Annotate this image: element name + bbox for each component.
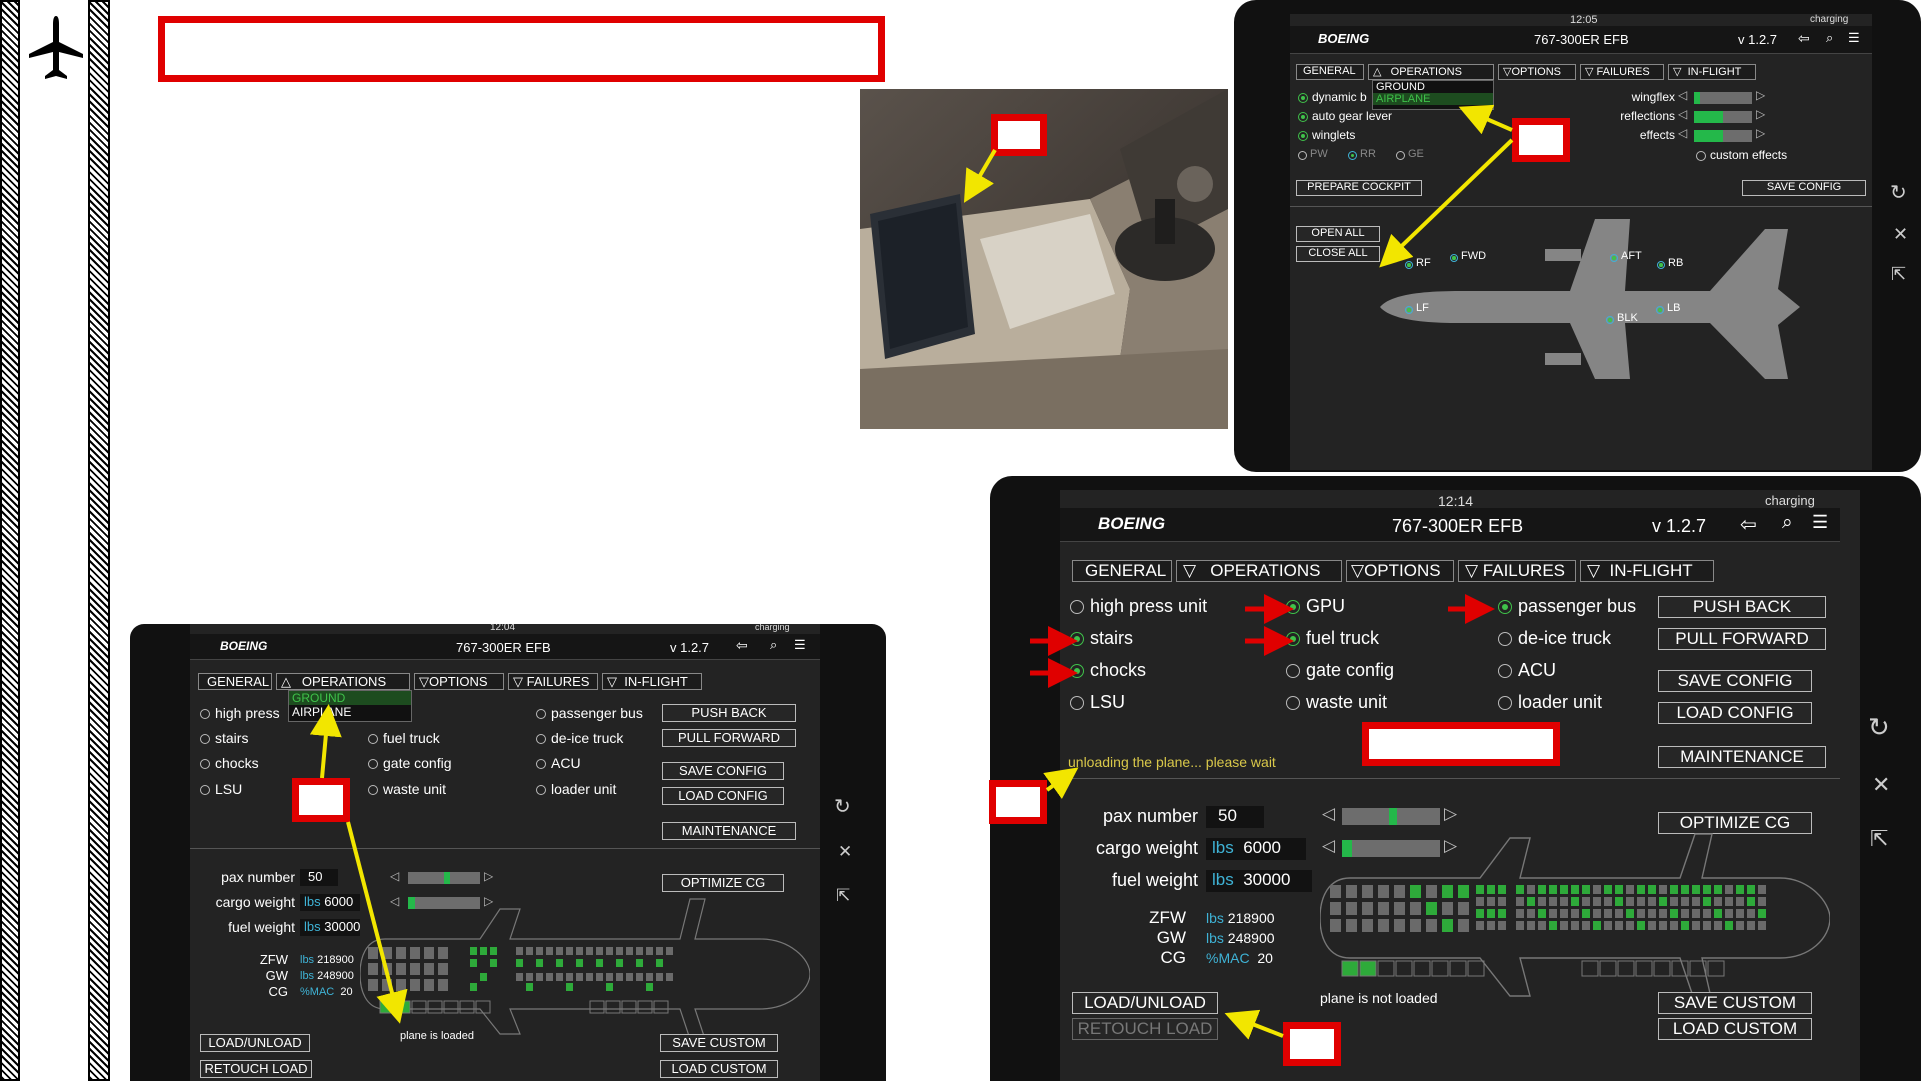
red-arrows — [1030, 594, 1495, 688]
yellow-arrows — [309, 104, 1514, 1040]
callout-arrows — [309, 104, 1514, 1040]
